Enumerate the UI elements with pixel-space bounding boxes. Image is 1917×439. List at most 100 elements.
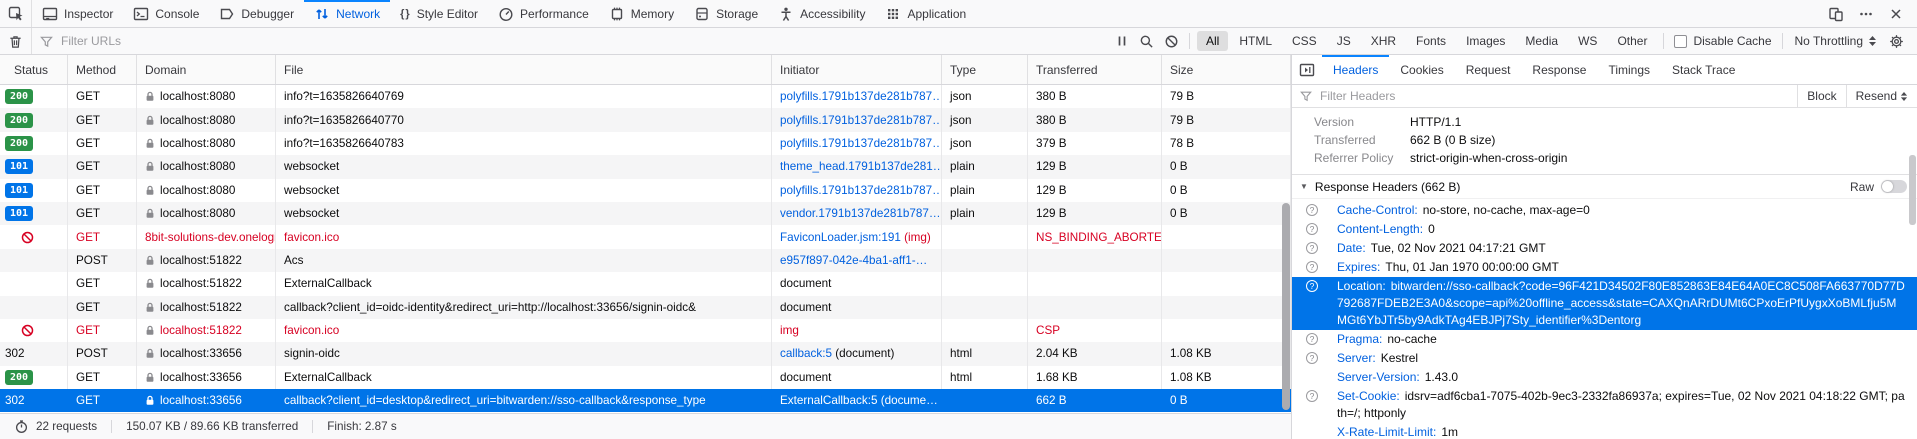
request-row[interactable]: 200 GET localhost:33656 ExternalCallback… [0,366,1291,389]
request-row-blocked[interactable]: GET 8bit-solutions-dev.onelogin.… favico… [0,225,1291,248]
column-header-transferred[interactable]: Transferred [1028,55,1162,84]
initiator-link[interactable]: FaviconLoader.jsm:191 [780,231,901,244]
tab-storage[interactable]: Storage [684,0,768,27]
filter-pill-other[interactable]: Other [1608,31,1656,51]
column-header-type[interactable]: Type [942,55,1028,84]
column-header-file[interactable]: File [276,55,772,84]
initiator-link[interactable]: polyfills.1791b137de281b787… [780,184,941,197]
filter-pill-media[interactable]: Media [1516,31,1567,51]
details-tab-timings[interactable]: Timings [1597,55,1661,84]
tab-memory[interactable]: Memory [599,0,684,27]
request-row[interactable]: GET localhost:51822 callback?client_id=o… [0,296,1291,319]
tab-accessibility[interactable]: Accessibility [768,0,875,27]
initiator-link[interactable]: polyfills.1791b137de281b787… [780,137,941,150]
element-picker-button[interactable] [0,0,32,27]
request-row[interactable]: 101 GET localhost:8080 websocket theme_h… [0,155,1291,178]
filter-pill-all[interactable]: All [1197,31,1228,51]
response-headers-section-header[interactable]: ▼ Response Headers (662 B) Raw [1292,175,1917,199]
details-tab-response[interactable]: Response [1521,55,1597,84]
header-help-icon[interactable] [1306,242,1318,254]
request-row[interactable]: 200 GET localhost:8080 info?t=1635826640… [0,85,1291,108]
filter-pill-js[interactable]: JS [1328,31,1360,51]
request-row[interactable]: GET localhost:51822 ExternalCallback doc… [0,272,1291,295]
header-row[interactable]: ExpiresThu, 01 Jan 1970 00:00:00 GMT [1292,258,1917,277]
header-row[interactable]: Server-Version1.43.0 [1292,368,1917,387]
tab-console[interactable]: Console [123,0,209,27]
tab-label: Application [907,7,966,21]
request-row[interactable]: 200 GET localhost:8080 info?t=1635826640… [0,132,1291,155]
request-row[interactable]: 101 GET localhost:8080 websocket polyfil… [0,179,1291,202]
tab-style-editor[interactable]: {} Style Editor [390,0,488,27]
filter-pill-xhr[interactable]: XHR [1362,31,1405,51]
initiator-link[interactable]: polyfills.1791b137de281b787… [780,90,941,103]
header-row[interactable]: Pragmano-cache [1292,330,1917,349]
header-row[interactable]: ServerKestrel [1292,349,1917,368]
request-row[interactable]: POST localhost:51822 Acs e957f897-042e-4… [0,249,1291,272]
request-list-scrollbar[interactable] [1282,203,1290,410]
header-row-selected[interactable]: Locationbitwarden://sso-callback?code=96… [1292,277,1917,330]
filter-pill-ws[interactable]: WS [1569,31,1606,51]
column-header-method[interactable]: Method [68,55,137,84]
request-row[interactable]: 101 GET localhost:8080 websocket vendor.… [0,202,1291,225]
raw-toggle[interactable] [1881,180,1907,193]
twisty-expanded-icon[interactable]: ▼ [1300,182,1308,191]
initiator-link[interactable]: vendor.1791b137de281b787… [780,207,941,220]
header-help-icon[interactable] [1306,390,1318,402]
details-panel-scrollbar[interactable] [1909,155,1916,225]
tab-network[interactable]: Network [304,0,390,27]
resend-button[interactable]: Resend [1846,85,1917,107]
filter-pill-html[interactable]: HTML [1230,31,1281,51]
details-tab-stack-trace[interactable]: Stack Trace [1661,55,1746,84]
clear-requests-button[interactable] [0,28,32,54]
filter-headers-input[interactable] [1318,88,1578,104]
header-help-icon[interactable] [1306,280,1318,292]
header-row[interactable]: Content-Length0 [1292,220,1917,239]
performance-analysis-icon[interactable] [14,419,29,434]
header-row[interactable]: DateTue, 02 Nov 2021 04:17:21 GMT [1292,239,1917,258]
block-requests-icon[interactable] [1164,34,1179,49]
request-row-blocked[interactable]: GET localhost:51822 favicon.ico img CSP [0,319,1291,342]
filter-pill-images[interactable]: Images [1457,31,1514,51]
header-row[interactable]: Cache-Controlno-store, no-cache, max-age… [1292,201,1917,220]
tab-application[interactable]: Application [875,0,976,27]
close-devtools-button[interactable] [1883,2,1909,26]
initiator-link[interactable]: polyfills.1791b137de281b787… [780,114,941,127]
type-cell [942,225,1028,248]
column-header-initiator[interactable]: Initiator [772,55,942,84]
initiator-link[interactable]: theme_head.1791b137de281… [780,160,941,173]
details-tab-request[interactable]: Request [1455,55,1522,84]
collapse-panel-button[interactable] [1292,55,1322,84]
request-row[interactable]: 302 POST localhost:33656 signin-oidc cal… [0,342,1291,365]
initiator-link[interactable]: e957f897-042e-4ba1-aff1-… [780,254,927,267]
responsive-design-button[interactable] [1823,2,1849,26]
column-header-status[interactable]: Status [0,55,68,84]
column-header-domain[interactable]: Domain [137,55,276,84]
initiator-link[interactable]: callback:5 [780,347,832,360]
filter-urls-input[interactable] [59,33,319,49]
block-button[interactable]: Block [1797,85,1845,107]
disable-cache-checkbox[interactable] [1674,35,1687,48]
header-row[interactable]: Set-Cookieidsrv=adf6cba1-7075-402b-9ec3-… [1292,387,1917,423]
tab-debugger[interactable]: Debugger [209,0,304,27]
request-row-selected[interactable]: 302 GET localhost:33656 callback?client_… [0,389,1291,412]
meatball-menu-button[interactable] [1853,2,1879,26]
filter-pill-fonts[interactable]: Fonts [1407,31,1455,51]
network-settings-button[interactable] [1883,29,1909,53]
request-row[interactable]: 200 GET localhost:8080 info?t=1635826640… [0,108,1291,131]
tab-inspector[interactable]: Inspector [32,0,123,27]
details-tab-cookies[interactable]: Cookies [1389,55,1454,84]
search-icon[interactable] [1139,34,1154,49]
devtools-window: Inspector Console Debugger Network {} St… [0,0,1917,439]
filter-pill-css[interactable]: CSS [1283,31,1326,51]
header-help-icon[interactable] [1306,333,1318,345]
header-help-icon[interactable] [1306,223,1318,235]
header-help-icon[interactable] [1306,204,1318,216]
header-row[interactable]: X-Rate-Limit-Limit1m [1292,423,1917,439]
throttling-dropdown[interactable]: No Throttling [1789,34,1883,48]
tab-performance[interactable]: Performance [488,0,599,27]
header-help-icon[interactable] [1306,352,1318,364]
column-header-size[interactable]: Size [1162,55,1291,84]
pause-traffic-icon[interactable] [1115,34,1129,48]
details-tab-headers[interactable]: Headers [1322,55,1389,84]
header-help-icon[interactable] [1306,261,1318,273]
